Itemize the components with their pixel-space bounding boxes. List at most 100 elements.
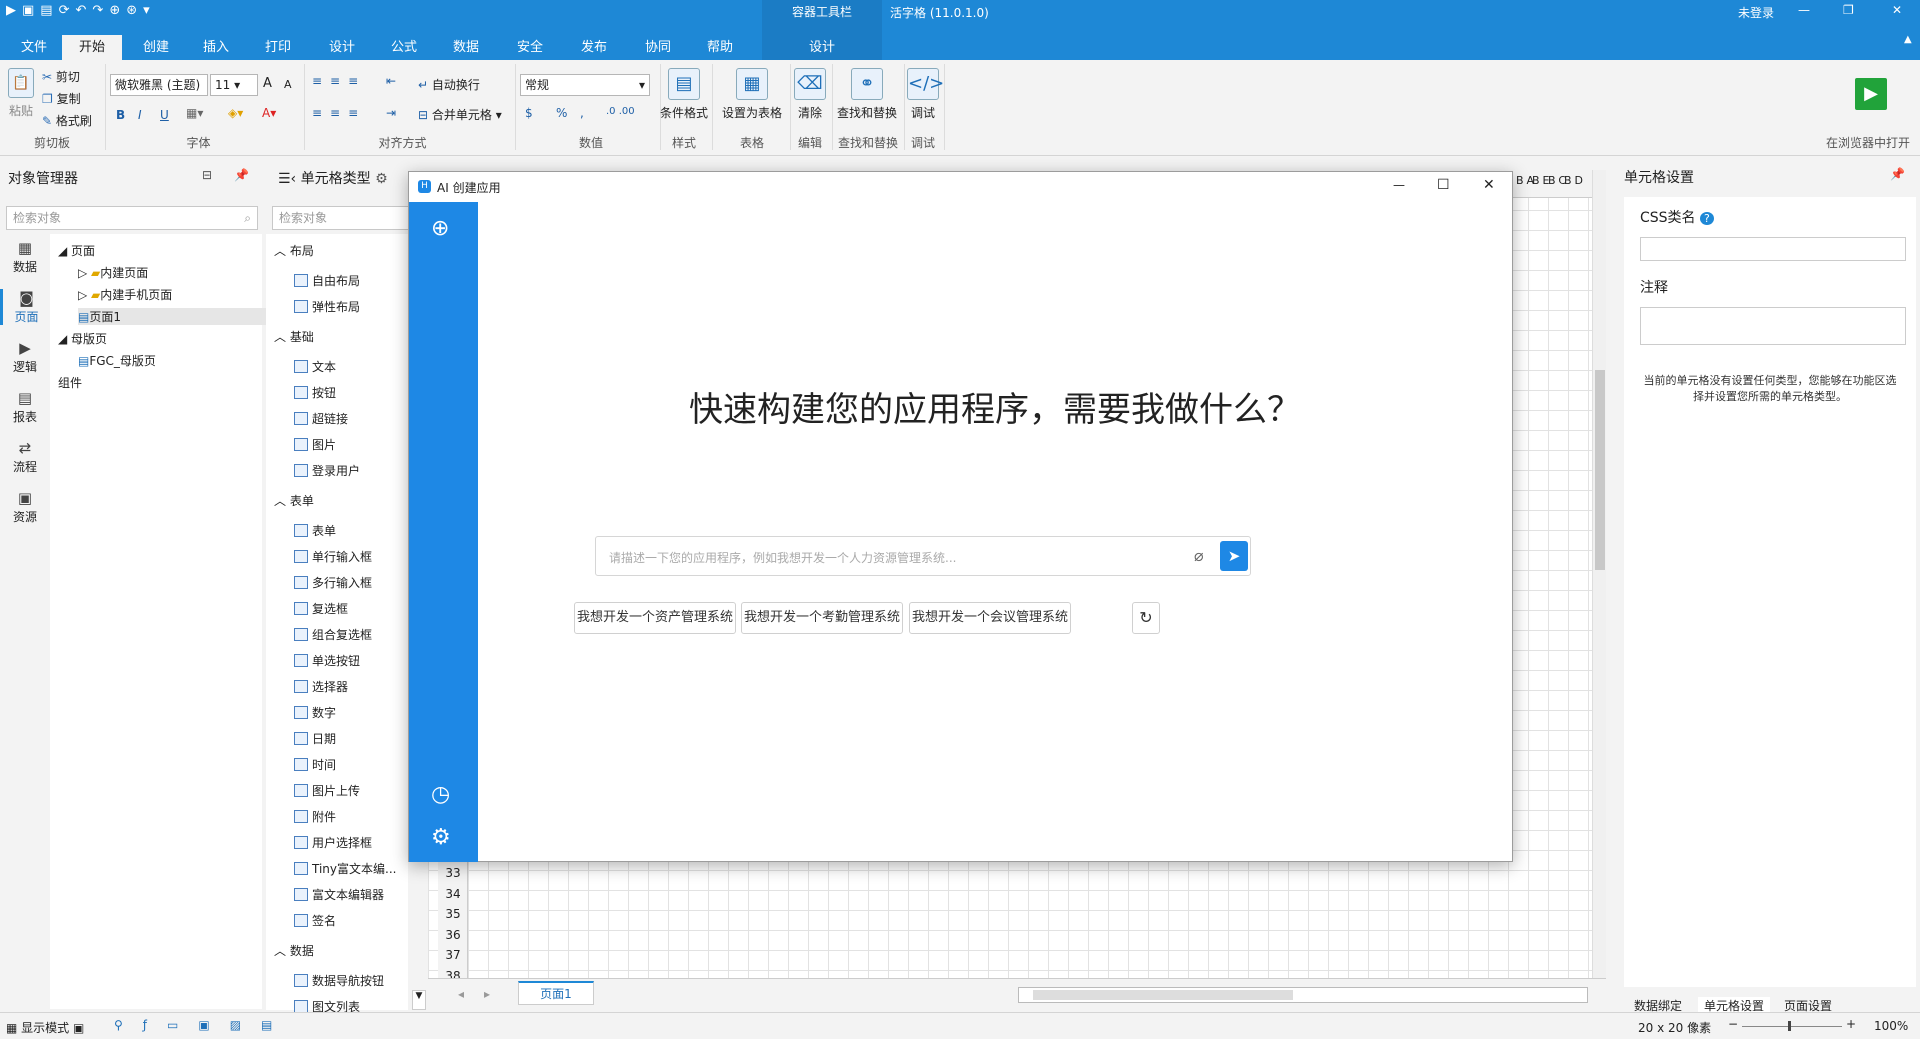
celltype-item[interactable]: 按钮 bbox=[294, 384, 336, 401]
expand-icon[interactable]: ◢ bbox=[58, 244, 71, 258]
gear-icon[interactable]: ⚙ bbox=[375, 171, 388, 187]
quick-access-icon[interactable]: ⊛ bbox=[126, 3, 143, 18]
celltype-item[interactable]: 富文本编辑器 bbox=[294, 886, 384, 903]
sheet-next-icon[interactable]: ▸ bbox=[484, 987, 490, 1001]
celltype-item[interactable]: 图片 bbox=[294, 436, 336, 453]
suggestion-chip[interactable]: 我想开发一个考勤管理系统 bbox=[741, 602, 903, 634]
expand-icon[interactable]: ▷ bbox=[78, 288, 91, 302]
celltype-category[interactable]: ︿ 数据 bbox=[274, 942, 314, 959]
debug-button[interactable]: </> 调试 bbox=[906, 68, 944, 121]
refresh-suggestions-button[interactable]: ↻ bbox=[1132, 602, 1160, 634]
find-replace-button[interactable]: ⚭ 查找和替换 bbox=[834, 68, 900, 121]
celltype-item[interactable]: 图片上传 bbox=[294, 782, 360, 799]
sheet-prev-icon[interactable]: ◂ bbox=[458, 987, 464, 1001]
tab-8[interactable]: 安全 bbox=[504, 35, 556, 60]
grow-font-button[interactable]: A bbox=[263, 76, 272, 91]
copy-button[interactable]: ❐ 复制 bbox=[42, 90, 81, 107]
zoom-in-button[interactable]: + bbox=[1846, 1017, 1856, 1031]
history-icon[interactable]: ◷ bbox=[431, 782, 450, 807]
font-color-icon[interactable]: A▾ bbox=[262, 106, 276, 120]
vertical-scrollbar[interactable] bbox=[1592, 170, 1606, 978]
sidenav-item[interactable]: ◙ 页面 bbox=[0, 289, 50, 325]
number-format-select[interactable]: 常规 ▾ bbox=[520, 74, 650, 96]
tab-0[interactable]: 文件 bbox=[12, 35, 56, 60]
row-header[interactable]: 37 bbox=[438, 948, 468, 962]
status-tools[interactable]: ⚲ƒ▭▣▨▤ bbox=[114, 1018, 292, 1032]
tab-7[interactable]: 数据 bbox=[440, 35, 492, 60]
celltype-item[interactable]: 选择器 bbox=[294, 678, 348, 695]
tab-6[interactable]: 公式 bbox=[378, 35, 430, 60]
celltype-item[interactable]: 登录用户 bbox=[294, 462, 360, 479]
help-icon[interactable]: ? bbox=[1700, 212, 1714, 225]
tree-node[interactable]: ▷ ▰内建页面 bbox=[78, 264, 148, 281]
tab-9[interactable]: 发布 bbox=[568, 35, 620, 60]
tree-node[interactable]: ◢ 页面 bbox=[58, 242, 95, 259]
note-input[interactable] bbox=[1640, 307, 1906, 345]
column-header[interactable]: BD bbox=[1564, 174, 1583, 187]
font-family-select[interactable]: 微软雅黑 (主题) bbox=[110, 74, 208, 96]
quick-access-icon[interactable]: ▶ bbox=[6, 3, 22, 18]
quick-access-icon[interactable]: ▾ bbox=[143, 3, 156, 18]
set-table-button[interactable]: ▦ 设置为表格 bbox=[716, 68, 788, 121]
dialog-maximize-icon[interactable]: ☐ bbox=[1437, 177, 1450, 193]
dialog-close-icon[interactable]: ✕ bbox=[1483, 177, 1495, 193]
suggestion-chip[interactable]: 我想开发一个资产管理系统 bbox=[574, 602, 736, 634]
celltype-category[interactable]: ︿ 布局 bbox=[274, 242, 314, 259]
zoom-out-button[interactable]: − bbox=[1728, 1017, 1738, 1031]
tab-5[interactable]: 设计 bbox=[316, 35, 368, 60]
celltype-item[interactable]: 弹性布局 bbox=[294, 298, 360, 315]
border-icon[interactable]: ▦▾ bbox=[186, 106, 203, 120]
quick-access-icon[interactable]: ↷ bbox=[92, 3, 109, 18]
quick-access-icon[interactable]: ▣ bbox=[22, 3, 40, 18]
css-class-input[interactable] bbox=[1640, 237, 1906, 261]
tab-1[interactable]: 开始 bbox=[62, 35, 122, 60]
new-chat-icon[interactable]: ⊕ bbox=[431, 216, 449, 241]
quick-access-toolbar[interactable]: ▶▣▤⟳↶↷⊕⊛▾ bbox=[6, 3, 156, 18]
tree-node[interactable]: ▤FGC_母版页 bbox=[78, 352, 156, 369]
celltype-item[interactable]: 组合复选框 bbox=[294, 626, 372, 643]
expand-icon[interactable]: ◢ bbox=[58, 332, 71, 346]
celltype-item[interactable]: 自由布局 bbox=[294, 272, 360, 289]
maximize-icon[interactable]: ❐ bbox=[1843, 3, 1854, 17]
sidenav-item[interactable]: ▶ 逻辑 bbox=[0, 339, 50, 375]
celltype-category[interactable]: ︿ 基础 bbox=[274, 328, 314, 345]
quick-access-icon[interactable]: ⟳ bbox=[59, 3, 76, 18]
bold-button[interactable]: B bbox=[116, 108, 125, 122]
italic-button[interactable]: I bbox=[138, 108, 142, 122]
outdent-icon[interactable]: ⇥ bbox=[386, 106, 396, 120]
dialog-minimize-icon[interactable]: — bbox=[1393, 178, 1405, 192]
celltype-search-input[interactable]: 检索对象 bbox=[272, 206, 412, 230]
indent-icon[interactable]: ⇤ bbox=[386, 74, 396, 88]
tab-11[interactable]: 帮助 bbox=[694, 35, 746, 60]
pin-icon[interactable]: 📌 bbox=[1890, 167, 1905, 181]
comma-button[interactable]: , bbox=[580, 106, 584, 120]
row-header[interactable]: 35 bbox=[438, 907, 468, 921]
column-header[interactable]: BA bbox=[1516, 174, 1534, 187]
quick-access-icon[interactable]: ↶ bbox=[76, 3, 93, 18]
paste-button[interactable]: 📋 粘贴 bbox=[6, 68, 36, 119]
tree-node[interactable]: ▤页面1 bbox=[78, 308, 278, 325]
tab-10[interactable]: 协同 bbox=[632, 35, 684, 60]
display-mode-button[interactable]: ▦ 显示模式 ▣ bbox=[6, 1019, 84, 1036]
settings-icon[interactable]: ⚙ bbox=[431, 825, 451, 850]
horizontal-scrollbar[interactable] bbox=[1018, 987, 1588, 1003]
celltype-item[interactable]: 日期 bbox=[294, 730, 336, 747]
conditional-format-button[interactable]: ▤ 条件格式 bbox=[660, 68, 708, 121]
sheet-tab-page1[interactable]: 页面1 bbox=[518, 981, 594, 1005]
celltype-item[interactable]: 超链接 bbox=[294, 410, 348, 427]
column-header[interactable]: BC bbox=[1548, 174, 1566, 187]
quick-access-icon[interactable]: ⊕ bbox=[109, 3, 126, 18]
run-in-browser-button[interactable]: ▶ bbox=[1855, 78, 1887, 110]
tab-12[interactable]: 设计 bbox=[762, 35, 882, 60]
wrap-text-button[interactable]: ↵ 自动换行 bbox=[418, 76, 480, 93]
celltype-category[interactable]: ︿ 表单 bbox=[274, 492, 314, 509]
tree-node[interactable]: ▷ ▰内建手机页面 bbox=[78, 286, 172, 303]
cut-button[interactable]: ✂ 剪切 bbox=[42, 68, 80, 85]
tab-3[interactable]: 插入 bbox=[190, 35, 242, 60]
tree-node[interactable]: ◢ 母版页 bbox=[58, 330, 107, 347]
collapse-icon[interactable]: ⊟ bbox=[202, 168, 212, 182]
shrink-font-button[interactable]: A bbox=[284, 78, 292, 91]
tab-2[interactable]: 创建 bbox=[130, 35, 182, 60]
celltype-item[interactable]: 单选按钮 bbox=[294, 652, 360, 669]
collapse-ribbon-icon[interactable]: ▲ bbox=[1904, 34, 1912, 45]
